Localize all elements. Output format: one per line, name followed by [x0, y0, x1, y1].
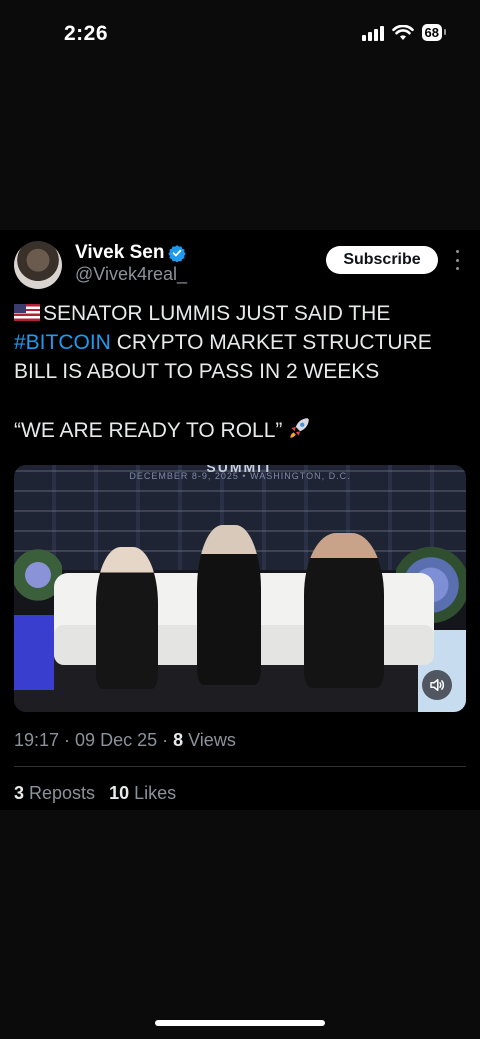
subscribe-button[interactable]: Subscribe — [326, 246, 438, 274]
more-icon[interactable] — [450, 250, 464, 270]
home-indicator[interactable] — [155, 1020, 325, 1026]
post-card[interactable]: Vivek Sen @Vivek4real_ Subscribe SENATOR… — [0, 230, 480, 810]
battery-icon: 68 — [421, 24, 447, 41]
reposts-link[interactable]: 3 Reposts — [14, 783, 95, 803]
author-handle[interactable]: @Vivek4real_ — [75, 264, 187, 285]
reposts-count: 3 — [14, 783, 25, 803]
status-time: 2:26 — [64, 22, 109, 45]
meta-separator: · — [157, 730, 174, 750]
panelist — [96, 547, 158, 689]
likes-label: Likes — [129, 783, 177, 803]
post-text: SENATOR LUMMIS JUST SAID THE #BITCOIN CR… — [14, 299, 464, 445]
post-meta: 19:17 · 09 Dec 25 · 8 Views — [14, 730, 236, 751]
post-text-part1: SENATOR LUMMIS JUST SAID THE — [43, 302, 391, 325]
author-name[interactable]: Vivek Sen — [75, 242, 164, 264]
status-bar: 2:26 68 — [0, 0, 480, 70]
rocket-icon — [290, 418, 310, 438]
screen: 2:26 68 Vivek Sen @Vivek4real_ Subscribe… — [0, 0, 480, 1039]
avatar[interactable] — [14, 241, 62, 289]
views-label: Views — [183, 730, 236, 750]
us-flag-icon — [14, 304, 40, 321]
post-date[interactable]: 09 Dec 25 — [75, 730, 157, 750]
volume-icon[interactable] — [422, 670, 452, 700]
post-time[interactable]: 19:17 — [14, 730, 59, 750]
reposts-label: Reposts — [24, 783, 96, 803]
verified-icon — [168, 245, 186, 262]
banner-subtitle: DECEMBER 8-9, 2025 • WASHINGTON, D.C. — [129, 471, 351, 481]
hashtag-link[interactable]: #BITCOIN — [14, 331, 111, 354]
panelist — [197, 525, 261, 685]
status-icons: 68 — [361, 24, 447, 41]
panelist — [304, 533, 384, 688]
post-stats: 3 Reposts 10 Likes — [14, 783, 176, 804]
blue-stand — [14, 615, 54, 690]
views-count: 8 — [173, 730, 184, 750]
post-quote: “WE ARE READY TO ROLL” — [14, 415, 464, 445]
meta-separator: · — [59, 730, 76, 750]
signal-icon — [361, 25, 384, 41]
post-quote-text: “WE ARE READY TO ROLL” — [14, 419, 283, 442]
video-player[interactable]: SUMMIT DECEMBER 8-9, 2025 • WASHINGTON, … — [14, 465, 466, 712]
likes-count: 10 — [109, 783, 130, 803]
wifi-icon — [391, 24, 414, 40]
divider — [14, 766, 466, 767]
likes-link[interactable]: 10 Likes — [109, 783, 176, 803]
